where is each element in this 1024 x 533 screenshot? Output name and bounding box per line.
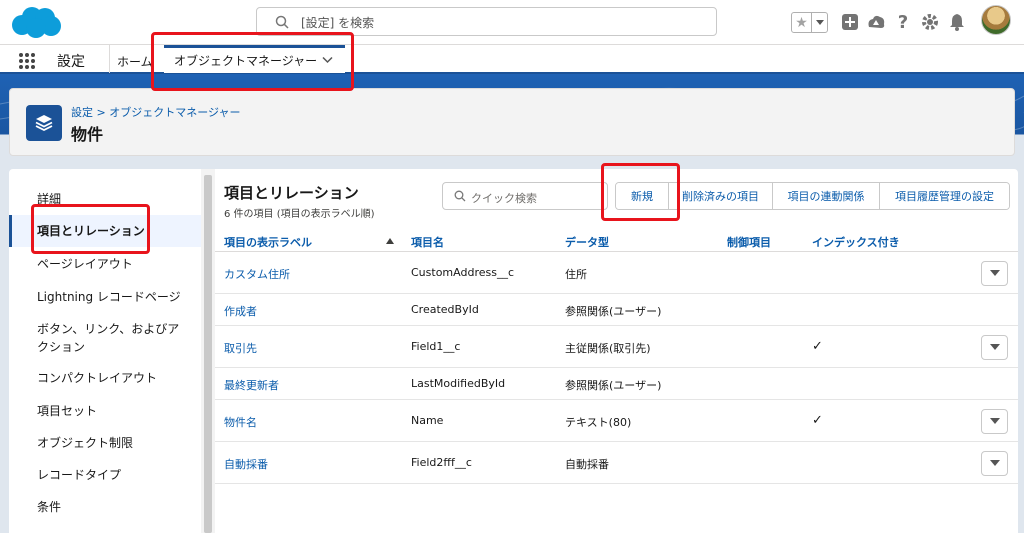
scrollbar-thumb[interactable] <box>204 175 212 533</box>
salesforce-logo-icon[interactable] <box>8 5 62 39</box>
sidebar-item-conditions[interactable]: 条件 <box>9 498 201 515</box>
field-api-name: CreatedById <box>411 303 479 316</box>
field-label-link[interactable]: 作成者 <box>224 303 257 319</box>
field-label-link[interactable]: 自動採番 <box>224 456 268 472</box>
section-title: 項目とリレーション <box>224 184 359 202</box>
sidebar-item-field-sets[interactable]: 項目セット <box>9 402 201 419</box>
sidebar-item-record-types[interactable]: レコードタイプ <box>9 466 201 483</box>
column-header-indexed[interactable]: インデックス付き <box>812 234 900 250</box>
global-header: [設定] を検索 ★ ? <box>0 0 1024 44</box>
field-api-name: LastModifiedById <box>411 377 506 390</box>
item-count: 6 件の項目 (項目の表示ラベル順) <box>224 209 375 220</box>
search-icon <box>454 190 466 202</box>
field-data-type: 住所 <box>565 268 587 281</box>
indexed-checkmark-icon: ✓ <box>812 339 823 354</box>
sidebar-item-lightning-record-pages[interactable]: Lightning レコードページ <box>9 288 201 305</box>
app-name: 設定 <box>57 54 85 70</box>
field-data-type: 自動採番 <box>565 458 609 471</box>
quick-find-input[interactable]: クイック検索 <box>442 182 608 210</box>
field-api-name: Name <box>411 414 444 427</box>
field-data-type: 参照関係(ユーザー) <box>565 305 662 318</box>
global-actions-add-icon[interactable] <box>840 12 860 32</box>
star-icon[interactable]: ★ <box>792 13 812 32</box>
field-label-link[interactable]: 最終更新者 <box>224 377 279 393</box>
sort-ascending-icon[interactable] <box>386 238 394 244</box>
caret-down-icon <box>989 344 1000 350</box>
field-history-settings-button[interactable]: 項目履歴管理の設定 <box>880 183 1009 209</box>
favorites-dropdown-button[interactable] <box>812 13 827 32</box>
table-row: 最終更新者 LastModifiedById 参照関係(ユーザー) <box>215 368 1018 400</box>
notification-bell-icon[interactable] <box>947 12 967 32</box>
gear-icon[interactable] <box>920 12 940 32</box>
object-layers-icon <box>26 105 62 141</box>
field-actions-button-group: 新規 削除済みの項目 項目の連動関係 項目履歴管理の設定 <box>615 182 1010 210</box>
sidebar-item-page-layouts[interactable]: ページレイアウト <box>9 255 201 272</box>
indexed-checkmark-icon: ✓ <box>812 413 823 428</box>
object-sidebar: 詳細 項目とリレーション ページレイアウト Lightning レコードページ … <box>9 169 201 533</box>
sidebar-item-compact-layouts[interactable]: コンパクトレイアウト <box>9 369 201 386</box>
field-label-link[interactable]: 物件名 <box>224 414 257 430</box>
quick-find-placeholder: クイック検索 <box>471 192 537 205</box>
breadcrumb[interactable]: 設定 > オブジェクトマネージャー <box>71 104 240 120</box>
table-row: 物件名 Name テキスト(80) ✓ <box>215 400 1018 442</box>
caret-down-icon <box>989 460 1000 466</box>
table-row: カスタム住所 CustomAddress__c 住所 <box>215 252 1018 294</box>
row-actions-button[interactable] <box>981 261 1008 286</box>
sidebar-scrollbar[interactable] <box>201 169 215 533</box>
field-api-name: Field1__c <box>411 340 461 353</box>
new-field-button[interactable]: 新規 <box>616 183 669 209</box>
column-header-label[interactable]: 項目の表示ラベル <box>224 234 312 250</box>
field-data-type: 主従関係(取引先) <box>565 342 651 355</box>
field-data-type: 参照関係(ユーザー) <box>565 379 662 392</box>
caret-down-icon <box>815 19 824 25</box>
sidebar-item-buttons-links-actions-cont[interactable]: クション <box>9 338 201 355</box>
field-data-type: テキスト(80) <box>565 416 632 429</box>
page-title: 物件 <box>71 125 104 144</box>
nav-divider <box>109 45 110 73</box>
search-placeholder: [設定] を検索 <box>301 16 375 30</box>
sidebar-item-object-limits[interactable]: オブジェクト制限 <box>9 434 201 451</box>
app-nav-bar: 設定 ホーム オブジェクトマネージャー <box>0 44 1024 74</box>
sidebar-item-details[interactable]: 詳細 <box>9 190 201 207</box>
nav-tab-home[interactable]: ホーム <box>117 53 153 70</box>
table-row: 取引先 Field1__c 主従関係(取引先) ✓ <box>215 326 1018 368</box>
deleted-fields-button[interactable]: 削除済みの項目 <box>669 183 773 209</box>
help-icon[interactable]: ? <box>893 12 913 33</box>
app-launcher-icon[interactable] <box>19 53 35 69</box>
object-header: 設定 > オブジェクトマネージャー 物件 <box>9 88 1015 156</box>
nav-tab-object-manager[interactable]: オブジェクトマネージャー <box>164 45 345 73</box>
field-label-link[interactable]: 取引先 <box>224 340 257 356</box>
table-row: 作成者 CreatedById 参照関係(ユーザー) <box>215 294 1018 326</box>
sidebar-item-fields-relationships[interactable]: 項目とリレーション <box>9 215 201 247</box>
chevron-down-icon[interactable] <box>322 56 333 64</box>
row-actions-button[interactable] <box>981 335 1008 360</box>
caret-down-icon <box>989 270 1000 276</box>
field-api-name: CustomAddress__c <box>411 266 514 279</box>
row-actions-button[interactable] <box>981 409 1008 434</box>
fields-panel: 項目とリレーション 6 件の項目 (項目の表示ラベル順) クイック検索 新規 削… <box>215 169 1018 533</box>
caret-down-icon <box>989 418 1000 424</box>
column-header-controlling-field[interactable]: 制御項目 <box>727 234 771 250</box>
search-icon <box>275 15 289 29</box>
row-actions-button[interactable] <box>981 451 1008 476</box>
field-dependencies-button[interactable]: 項目の連動関係 <box>773 183 880 209</box>
column-header-data-type[interactable]: データ型 <box>565 234 609 250</box>
favorites-group: ★ <box>791 12 828 33</box>
fields-table-header: 項目の表示ラベル 項目名 データ型 制御項目 インデックス付き <box>215 231 1018 252</box>
field-label-link[interactable]: カスタム住所 <box>224 266 290 282</box>
user-avatar[interactable] <box>981 5 1011 35</box>
global-search-input[interactable]: [設定] を検索 <box>256 7 717 36</box>
sidebar-item-buttons-links-actions[interactable]: ボタン、リンク、およびア <box>9 320 201 337</box>
nav-tab-label: オブジェクトマネージャー <box>174 54 318 68</box>
column-header-api-name[interactable]: 項目名 <box>411 234 444 250</box>
field-api-name: Field2fff__c <box>411 456 472 469</box>
table-row: 自動採番 Field2fff__c 自動採番 <box>215 442 1018 484</box>
trailhead-icon[interactable] <box>866 12 886 32</box>
